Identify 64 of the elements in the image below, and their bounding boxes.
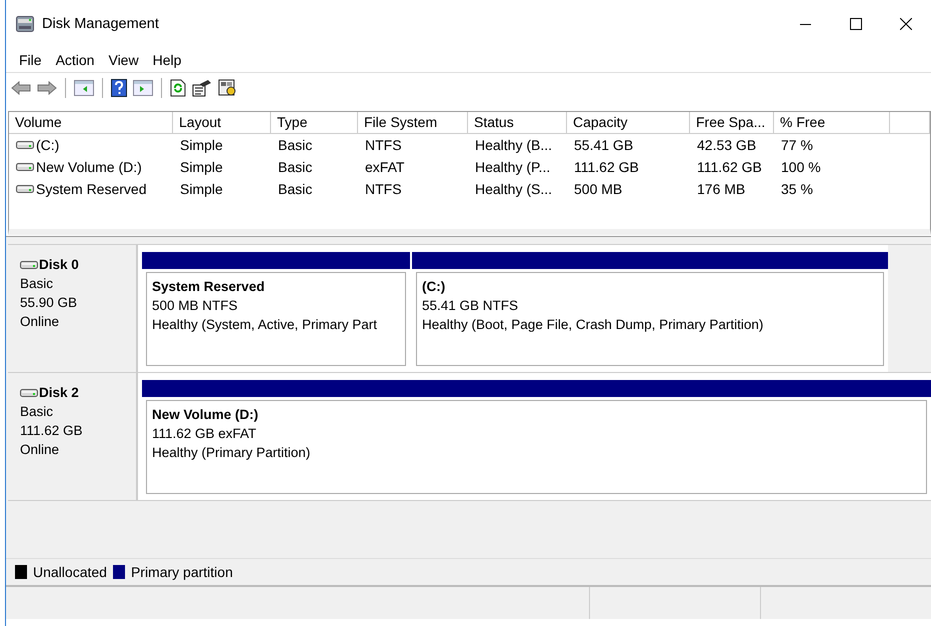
partition-name: New Volume (D:) (152, 406, 260, 424)
table-cell: System Reserved (36, 181, 146, 197)
table-cell-text: Simple (179, 137, 224, 153)
drive-icon (16, 184, 34, 194)
table-cell-text: 35 % (780, 181, 814, 197)
maximize-icon[interactable] (850, 18, 862, 30)
table-cell-text: NTFS (364, 137, 403, 153)
table-cell-text: Basic (277, 159, 314, 175)
menu-item[interactable]: Help (146, 52, 188, 68)
table-cell-text: NTFS (364, 181, 403, 197)
table-cell-text: Healthy (S... (474, 181, 554, 197)
close-icon[interactable] (900, 18, 912, 30)
partition-size: 55.41 GB NTFS (422, 297, 520, 315)
properties-icon[interactable] (192, 79, 212, 97)
disk-name: Disk 0 (39, 256, 79, 274)
settings-icon[interactable] (218, 79, 238, 97)
table-cell-text: 111.62 GB (696, 159, 763, 175)
partition-name: (C:) (422, 278, 446, 296)
menu-item[interactable]: View (101, 52, 146, 68)
table-cell-text: Simple (179, 159, 224, 175)
disk-info-panel[interactable]: Disk 2 Basic 111.62 GB Online (8, 373, 138, 500)
table-cell-text: Basic (277, 181, 314, 197)
disk-size: 55.90 GB (20, 294, 78, 312)
table-cell-text: Simple (179, 181, 224, 197)
disk-status: Online (20, 441, 60, 459)
disk-name: Disk 2 (39, 384, 79, 402)
table-cell-text: Basic (277, 137, 314, 153)
table-cell-text: 42.53 GB (696, 137, 758, 153)
partition-size: 111.62 GB exFAT (152, 425, 258, 443)
legend-label: Primary partition (130, 564, 233, 580)
drive-icon (16, 162, 34, 172)
table-cell-text: Healthy (B... (474, 137, 554, 153)
partition-status: Healthy (Primary Partition) (152, 444, 312, 462)
table-cell-text: 500 MB (573, 181, 624, 197)
table-cell-text: Healthy (P... (474, 159, 552, 175)
pane-icon[interactable] (133, 80, 153, 96)
partition-status: Healthy (Boot, Page File, Crash Dump, Primary Partition) (422, 316, 764, 334)
disk-type: Basic (20, 403, 54, 421)
pane-icon[interactable] (74, 80, 94, 96)
disk-size: 111.62 GB (20, 422, 84, 440)
legend-label: Unallocated (33, 564, 107, 580)
disk-status: Online (20, 313, 60, 331)
window-title: Disk Management (42, 16, 160, 32)
disk-management-icon (16, 16, 34, 32)
table-cell-text: 176 MB (696, 181, 746, 197)
table-cell-text: 77 % (780, 137, 814, 153)
table-cell-text: exFAT (364, 159, 406, 175)
table-cell: New Volume (D:) (36, 159, 142, 175)
forward-arrow-icon[interactable] (37, 81, 57, 95)
menu-item[interactable]: File (12, 52, 49, 68)
back-arrow-icon[interactable] (11, 81, 31, 95)
table-cell-text: 111.62 GB (573, 159, 640, 175)
table-cell: (C:) (36, 137, 60, 153)
table-cell-text: 100 % (780, 159, 822, 175)
partition-size: 500 MB NTFS (152, 297, 239, 315)
disk-type: Basic (20, 275, 54, 293)
menu-item[interactable]: Action (48, 52, 102, 68)
help-icon[interactable] (111, 79, 127, 97)
partition-name: System Reserved (152, 278, 266, 296)
refresh-icon[interactable] (170, 79, 186, 97)
table-cell-text: 55.41 GB (573, 137, 634, 153)
partition-status: Healthy (System, Active, Primary Part (152, 316, 378, 334)
drive-icon (16, 140, 34, 150)
disk-info-panel[interactable]: Disk 0 Basic 55.90 GB Online (8, 245, 138, 372)
